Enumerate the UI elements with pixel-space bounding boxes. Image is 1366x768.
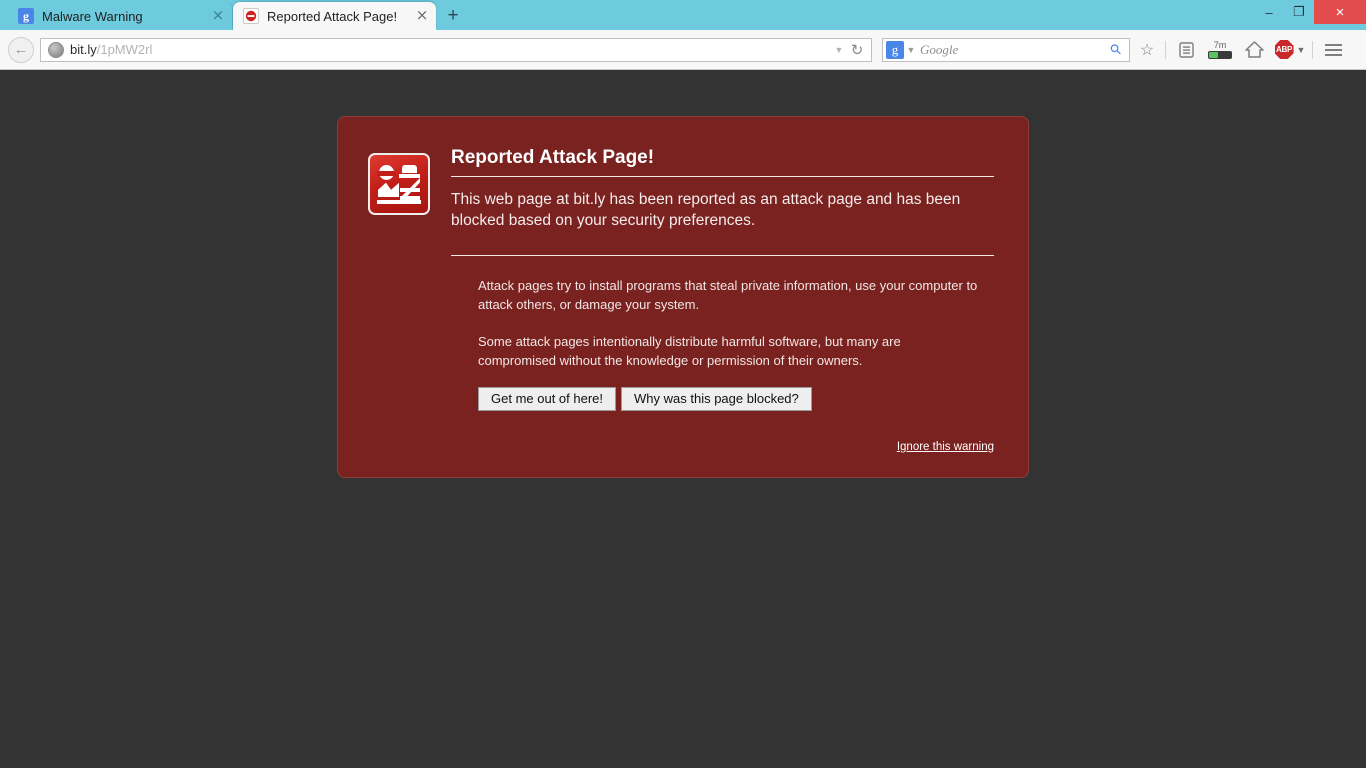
google-search-engine-icon[interactable]: g — [886, 40, 904, 59]
police-hat-brim — [399, 174, 420, 178]
url-host: bit.ly — [70, 42, 97, 57]
tab-close-icon[interactable]: × — [210, 8, 226, 24]
ignore-this-warning-link[interactable]: Ignore this warning — [897, 441, 994, 453]
blocked-favicon — [243, 8, 259, 24]
adblock-plus-button[interactable]: ABP ▼ — [1271, 36, 1309, 64]
page-title: Reported Attack Page! — [451, 147, 994, 177]
browser-tab-bar: g Malware Warning × Reported Attack Page… — [0, 0, 1366, 30]
why-was-this-page-blocked-button[interactable]: Why was this page blocked? — [621, 387, 812, 411]
tab-title: Malware Warning — [42, 8, 143, 24]
get-me-out-of-here-button[interactable]: Get me out of here! — [478, 387, 617, 411]
police-hat-crown — [402, 165, 417, 173]
counter-base — [377, 200, 421, 204]
browser-tab-malware-warning[interactable]: g Malware Warning × — [8, 2, 233, 30]
adblock-plus-icon: ABP — [1274, 40, 1294, 59]
menu-bar — [1324, 48, 1342, 51]
battery-body — [1208, 51, 1232, 59]
browser-tab-reported-attack-page[interactable]: Reported Attack Page! × — [233, 2, 436, 30]
menu-bar — [1324, 53, 1342, 56]
window-minimize-button[interactable]: – — [1254, 0, 1284, 24]
attack-page-warning-panel: Reported Attack Page! This web page at b… — [337, 116, 1029, 478]
page-content: Reported Attack Page! This web page at b… — [0, 71, 1366, 768]
figure-bodies — [378, 182, 399, 197]
toolbar-divider — [1165, 40, 1166, 59]
address-bar-url: bit.ly/1pMW2rl — [70, 42, 831, 57]
counter-bar — [400, 188, 420, 192]
tab-close-icon[interactable]: × — [414, 8, 430, 24]
window-restore-button[interactable]: ❐ — [1284, 0, 1314, 24]
browser-toolbar: ← bit.ly/1pMW2rl ▼ ↻ g ▼ Google ⚲ ☆ 7m A… — [0, 30, 1366, 70]
chevron-down-icon[interactable]: ▼ — [1297, 45, 1306, 55]
new-tab-button[interactable]: + — [440, 6, 466, 28]
url-path: /1pMW2rl — [96, 42, 153, 57]
tab-title: Reported Attack Page! — [267, 8, 398, 24]
address-bar[interactable]: bit.ly/1pMW2rl ▼ ↻ — [40, 37, 872, 62]
menu-icon[interactable] — [1318, 36, 1348, 64]
globe-icon — [48, 41, 64, 58]
search-icon[interactable]: ⚲ — [1103, 36, 1129, 62]
google-favicon: g — [18, 8, 34, 24]
back-button[interactable]: ← — [8, 36, 34, 63]
paragraph-compromised: Some attack pages intentionally distribu… — [478, 334, 901, 368]
paragraph-attack-pages: Attack pages try to install programs tha… — [478, 278, 978, 312]
toolbar-divider — [1312, 40, 1313, 59]
search-input[interactable]: Google — [918, 42, 1106, 58]
menu-bar — [1324, 43, 1342, 46]
ignore-warning-row: Ignore this warning — [368, 437, 994, 455]
attack-page-warning-icon — [368, 153, 430, 215]
panel-heading-block: Reported Attack Page! This web page at b… — [451, 147, 994, 256]
battery-time-label: 7m — [1213, 40, 1227, 50]
battery-icon[interactable]: 7m — [1203, 36, 1237, 64]
search-bar[interactable]: g ▼ Google ⚲ — [882, 36, 1130, 62]
reading-list-icon[interactable] — [1171, 36, 1201, 64]
robber-mask — [377, 171, 396, 176]
window-controls: – ❐ × — [1254, 0, 1366, 24]
reload-icon[interactable]: ↻ — [847, 41, 867, 59]
action-buttons: Get me out of here! Why was this page bl… — [478, 387, 994, 411]
panel-header: Reported Attack Page! This web page at b… — [368, 147, 994, 256]
battery-fill — [1209, 52, 1218, 58]
lead-paragraph: This web page at bit.ly has been reporte… — [451, 189, 994, 256]
window-close-button[interactable]: × — [1314, 0, 1366, 24]
bookmark-star-icon[interactable]: ☆ — [1132, 36, 1162, 64]
chevron-down-icon[interactable]: ▼ — [904, 45, 918, 55]
chevron-down-icon[interactable]: ▼ — [831, 45, 847, 55]
home-icon[interactable] — [1239, 36, 1269, 64]
